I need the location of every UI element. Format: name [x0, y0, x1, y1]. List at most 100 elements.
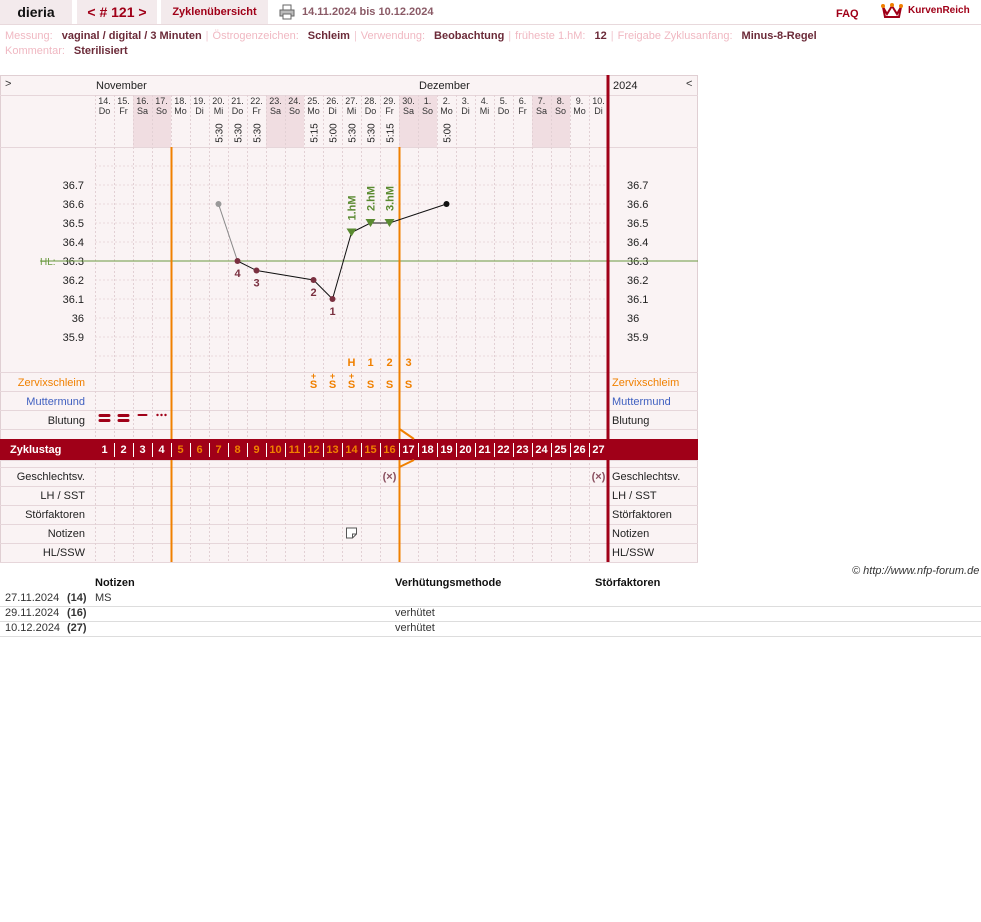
measure-time: 5:30: [215, 123, 226, 143]
cycle-day-number: 11: [289, 444, 301, 456]
y-tick-right: 36.4: [627, 237, 648, 249]
low-label: 4: [234, 268, 241, 280]
day-weekday: Mi: [214, 106, 224, 116]
day-weekday: Di: [328, 106, 337, 116]
bleeding-heavy: [98, 414, 111, 417]
day-weekday: Di: [195, 106, 204, 116]
day-weekday: Sa: [270, 106, 281, 116]
meta-key: früheste 1.hM:: [515, 30, 586, 42]
day-weekday: Mi: [480, 106, 490, 116]
row-label-cervix-position: Muttermund: [26, 396, 85, 408]
temp-point: [253, 267, 260, 274]
cycle-day-number: 4: [158, 444, 165, 456]
month-label: November: [96, 80, 147, 92]
y-tick-right: 36: [627, 313, 639, 325]
intercourse-mark: (×): [592, 471, 606, 483]
meta-value: vaginal / digital / 3 Minuten: [61, 30, 202, 42]
day-date: 21.: [231, 96, 244, 106]
day-weekday: Do: [365, 106, 377, 116]
cycle-day-number: 25: [554, 444, 566, 456]
day-date: 3.: [462, 96, 470, 106]
row-label-hl-ssw: HL/SSW: [43, 547, 86, 559]
day-date: 10.: [592, 96, 605, 106]
meta-key: Verwendung:: [360, 30, 426, 42]
meta-separator: |: [353, 30, 357, 42]
mucus-symbol: S: [310, 379, 317, 391]
table-row: 29.11.2024 (16) verhütet: [0, 606, 981, 622]
y-tick-left: 36.1: [63, 294, 84, 306]
meta-separator: |: [508, 30, 512, 42]
day-weekday: Fr: [385, 106, 394, 116]
bleeding-spotting: [160, 413, 163, 417]
row-label-cervix-position-right: Muttermund: [612, 396, 671, 408]
cell-method: verhütet: [395, 607, 435, 619]
day-date: 9.: [576, 96, 584, 106]
cell-day: (14): [67, 592, 87, 604]
day-weekday: So: [156, 106, 167, 116]
row-label-cervix: Zervixschleim: [18, 377, 85, 389]
meta-value: Beobachtung: [434, 30, 505, 42]
meta-key: Freigabe Zyklusanfang:: [617, 30, 733, 42]
cell-note: MS: [95, 592, 112, 604]
y-tick-left: 36.2: [63, 275, 84, 287]
cycle-day-number: 17: [402, 444, 414, 456]
print-icon[interactable]: [279, 4, 295, 20]
high-label: 2.hM: [366, 186, 378, 211]
mucus-peak-count: 1: [367, 357, 373, 369]
cycle-chart: > <November Dezember 202414.Do15.Fr16.Sa17.…: [0, 75, 698, 563]
nav-next: >: [5, 78, 11, 90]
meta-value: Sterilisiert: [73, 45, 128, 57]
mucus-peak-count: 3: [405, 357, 411, 369]
cycle-day-number: 15: [364, 444, 376, 456]
day-date: 14.: [98, 96, 111, 106]
meta-measurement-line: Messung: vaginal / digital / 3 Minuten | Ös…: [5, 30, 817, 42]
tab-cycle-overview[interactable]: Zyklenübersicht: [161, 0, 268, 24]
cell-day: (16): [67, 607, 87, 619]
day-date: 23.: [269, 96, 282, 106]
day-weekday: So: [422, 106, 433, 116]
y-tick-right: 36.5: [627, 218, 648, 230]
day-date: 26.: [326, 96, 339, 106]
cycle-day-number: 26: [573, 444, 585, 456]
cell-day: (27): [67, 622, 87, 634]
cell-date: 10.12.2024: [5, 622, 61, 634]
low-label: 1: [329, 306, 335, 318]
y-tick-right: 36.7: [627, 180, 648, 192]
row-label-lh: LH / SST: [40, 490, 85, 502]
y-tick-left: 36.3: [63, 256, 84, 268]
day-weekday: Mo: [174, 106, 187, 116]
cell-date: 27.11.2024: [5, 592, 60, 604]
y-tick-right: 36.6: [627, 199, 648, 211]
day-weekday: Sa: [403, 106, 414, 116]
cycle-day-number: 24: [535, 444, 548, 456]
meta-key: Messung:: [5, 30, 53, 42]
cycle-day-number: 2: [120, 444, 126, 456]
y-tick-left: 36: [72, 313, 84, 325]
y-tick-left: 35.9: [63, 332, 84, 344]
row-label-intercourse: Geschlechtsv.: [17, 471, 85, 483]
cycle-navigation[interactable]: < # 121 >: [77, 0, 157, 24]
year-label: 2024: [613, 80, 637, 92]
row-label-bleeding: Blutung: [48, 415, 85, 427]
mucus-peak-count: H: [348, 357, 356, 369]
copyright: © http://www.nfp-forum.de: [852, 565, 980, 577]
meta-key: Östrogenzeichen:: [212, 30, 299, 42]
day-date: 29.: [383, 96, 396, 106]
day-weekday: Do: [232, 106, 244, 116]
meta-value: Schleim: [307, 30, 350, 42]
measure-time: 5:00: [329, 123, 340, 143]
measure-time: 5:30: [348, 123, 359, 143]
row-label-hl-ssw-right: HL/SSW: [612, 547, 655, 559]
username: dieria: [0, 0, 72, 24]
temp-point: [215, 201, 222, 207]
day-date: 2.: [443, 96, 451, 106]
month-label: Dezember: [419, 80, 470, 92]
brand-logo[interactable]: KurvenReich: [880, 1, 981, 21]
date-range: 14.11.2024 bis 10.12.2024: [302, 6, 434, 18]
row-label-cycle-day: Zyklustag: [10, 444, 61, 456]
day-weekday: Mo: [573, 106, 586, 116]
faq-link[interactable]: FAQ: [836, 8, 859, 20]
low-label: 2: [310, 287, 316, 299]
meta-comment-line: Kommentar: Sterilisiert: [5, 45, 128, 57]
day-date: 28.: [364, 96, 377, 106]
